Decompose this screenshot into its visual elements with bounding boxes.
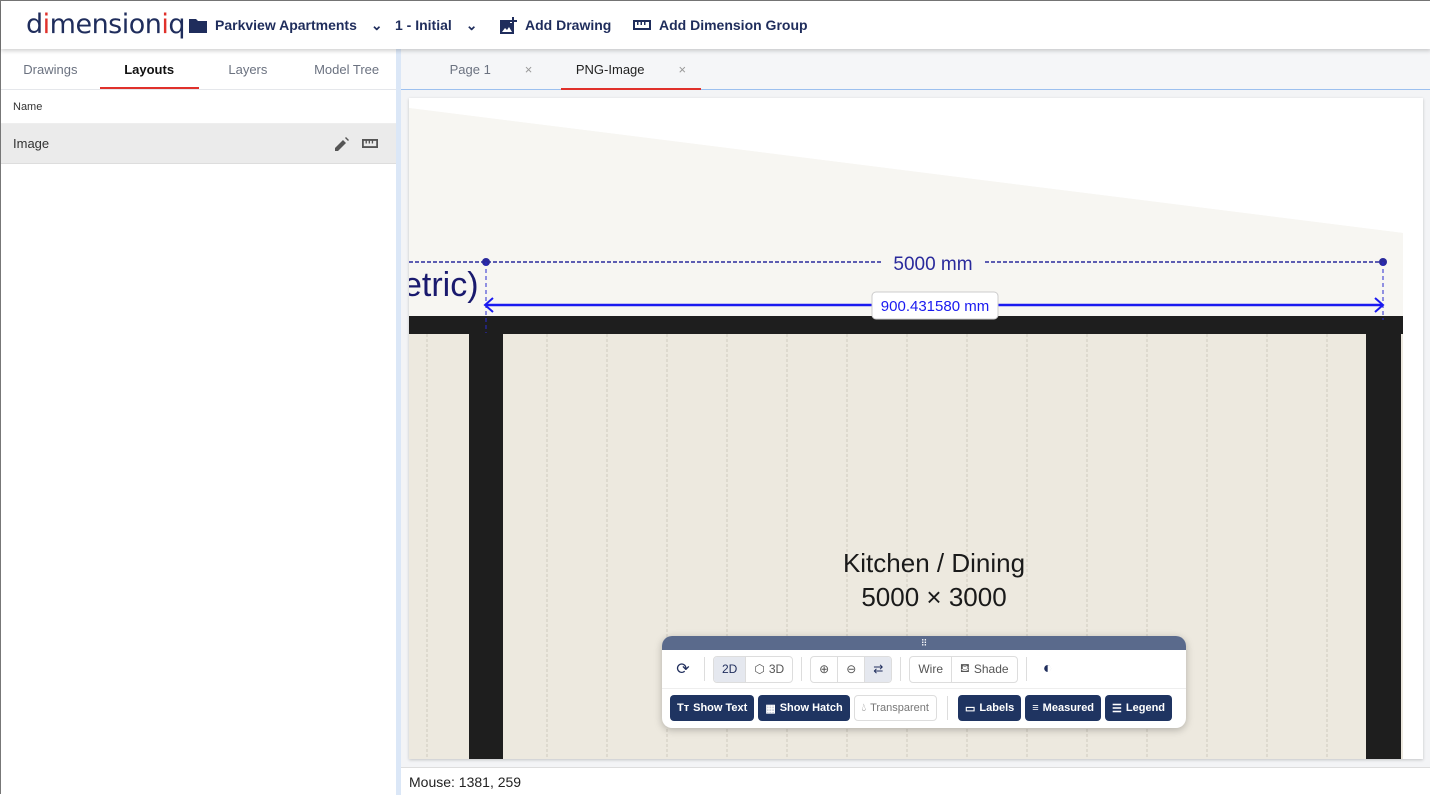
close-icon[interactable]: × <box>525 62 533 77</box>
mode-2d-button[interactable]: 2D <box>714 657 746 682</box>
view-toolbar: ⠿ ⟳ 2D ⬡ 3D ⊕ ⊖ ⇄ Wire ⛾ Shade <box>662 636 1186 728</box>
add-drawing-label: Add Drawing <box>525 17 611 33</box>
wire-button[interactable]: Wire <box>910 657 952 682</box>
measured-button[interactable]: ≡ Measured <box>1025 695 1101 721</box>
document-tabs: Page 1 × PNG-Image × <box>401 49 1430 90</box>
revision-selector[interactable]: 1 - Initial ⌄ <box>395 1 478 49</box>
legend-button[interactable]: ☰ Legend <box>1105 695 1172 721</box>
paint-bucket-icon: ⛾ <box>960 661 970 677</box>
zoom-group: ⊕ ⊖ ⇄ <box>810 656 892 683</box>
tab-layers[interactable]: Layers <box>199 49 298 89</box>
measured-label: Measured <box>1043 702 1094 714</box>
labels-label: Labels <box>979 702 1014 714</box>
droplet-icon: 💧︎ <box>862 702 866 715</box>
wall-right <box>1366 334 1401 759</box>
add-dimension-group-label: Add Dimension Group <box>659 17 808 33</box>
transparent-button[interactable]: 💧︎ Transparent <box>854 695 937 721</box>
sidebar-tabs: Drawings Layouts Layers Model Tree <box>1 49 396 90</box>
text-size-icon: Tт <box>677 702 689 714</box>
shade-button[interactable]: ⛾ Shade <box>952 657 1017 682</box>
list-item-label: Image <box>13 136 328 151</box>
zoom-out-icon[interactable]: ⊖ <box>838 657 865 682</box>
tab-page-1[interactable]: Page 1 × <box>421 49 561 89</box>
wall-left <box>469 334 503 759</box>
reset-view-icon[interactable]: ⟳ <box>670 656 696 682</box>
measured-label[interactable]: 900.431580 mm <box>881 298 989 315</box>
ruler-icon <box>633 20 651 30</box>
column-header-name[interactable]: Name <box>1 90 396 124</box>
close-icon[interactable]: × <box>679 62 687 77</box>
tab-label: PNG-Image <box>576 62 645 77</box>
swap-icon[interactable]: ⇄ <box>865 657 891 682</box>
cube-icon: ⬡ <box>754 662 764 676</box>
checklist-icon: ≡ <box>1032 702 1038 714</box>
mode-2d-label: 2D <box>722 662 737 676</box>
shade-label: Shade <box>974 662 1009 676</box>
grid-icon: ▦ <box>765 702 775 715</box>
zoom-in-icon[interactable]: ⊕ <box>811 657 838 682</box>
show-hatch-label: Show Hatch <box>780 702 843 714</box>
room-size: 5000 × 3000 <box>861 582 1006 612</box>
wire-label: Wire <box>918 662 943 676</box>
label-tag-icon: ▭ <box>965 702 975 715</box>
tab-drawings[interactable]: Drawings <box>1 49 100 89</box>
drawing-canvas[interactable]: etric) 5000 mm 900.431580 mm Kitchen / D… <box>409 98 1423 759</box>
legend-label: Legend <box>1126 702 1165 714</box>
revision-name: 1 - Initial <box>395 17 452 33</box>
add-image-icon <box>500 17 517 34</box>
list-item[interactable]: Image <box>1 124 396 164</box>
tab-model-tree[interactable]: Model Tree <box>297 49 396 89</box>
pencil-icon[interactable] <box>328 137 356 151</box>
tab-png-image[interactable]: PNG-Image × <box>561 49 701 89</box>
transparent-label: Transparent <box>870 702 929 714</box>
main-area: Page 1 × PNG-Image × etric) 5000 mm 900.43… <box>401 49 1430 795</box>
render-mode-group: Wire ⛾ Shade <box>909 656 1017 683</box>
top-toolbar: dimensioniq Parkview Apartments ⌄ 1 - In… <box>1 1 1430 49</box>
contrast-icon[interactable]: ◐ <box>1035 656 1061 682</box>
ruler-icon[interactable] <box>356 139 384 148</box>
project-name: Parkview Apartments <box>215 17 357 33</box>
drag-handle-icon[interactable]: ⠿ <box>662 636 1186 650</box>
sidebar: Drawings Layouts Layers Model Tree Name … <box>1 49 396 795</box>
show-text-label: Show Text <box>693 702 747 714</box>
show-hatch-button[interactable]: ▦ Show Hatch <box>758 695 849 721</box>
add-drawing-button[interactable]: Add Drawing <box>500 1 611 49</box>
view-mode-group: 2D ⬡ 3D <box>713 656 793 683</box>
dimension-label: 5000 mm <box>893 254 972 275</box>
mode-3d-label: 3D <box>769 662 784 676</box>
folder-icon <box>189 17 207 33</box>
logo[interactable]: dimensioniq <box>26 9 185 40</box>
partial-drawing-text: etric) <box>409 266 479 304</box>
status-bar: Mouse: 1381, 259 <box>401 767 1430 795</box>
tab-label: Page 1 <box>450 62 491 77</box>
show-text-button[interactable]: Tт Show Text <box>670 695 754 721</box>
chevron-down-icon: ⌄ <box>466 17 478 34</box>
mode-3d-button[interactable]: ⬡ 3D <box>746 657 792 682</box>
room-name: Kitchen / Dining <box>843 548 1025 578</box>
list-icon: ☰ <box>1112 702 1122 715</box>
add-dimension-group-button[interactable]: Add Dimension Group <box>633 1 808 49</box>
tab-layouts[interactable]: Layouts <box>100 49 199 89</box>
project-selector[interactable]: Parkview Apartments ⌄ <box>189 1 383 49</box>
chevron-down-icon: ⌄ <box>371 17 383 34</box>
labels-button[interactable]: ▭ Labels <box>958 695 1021 721</box>
